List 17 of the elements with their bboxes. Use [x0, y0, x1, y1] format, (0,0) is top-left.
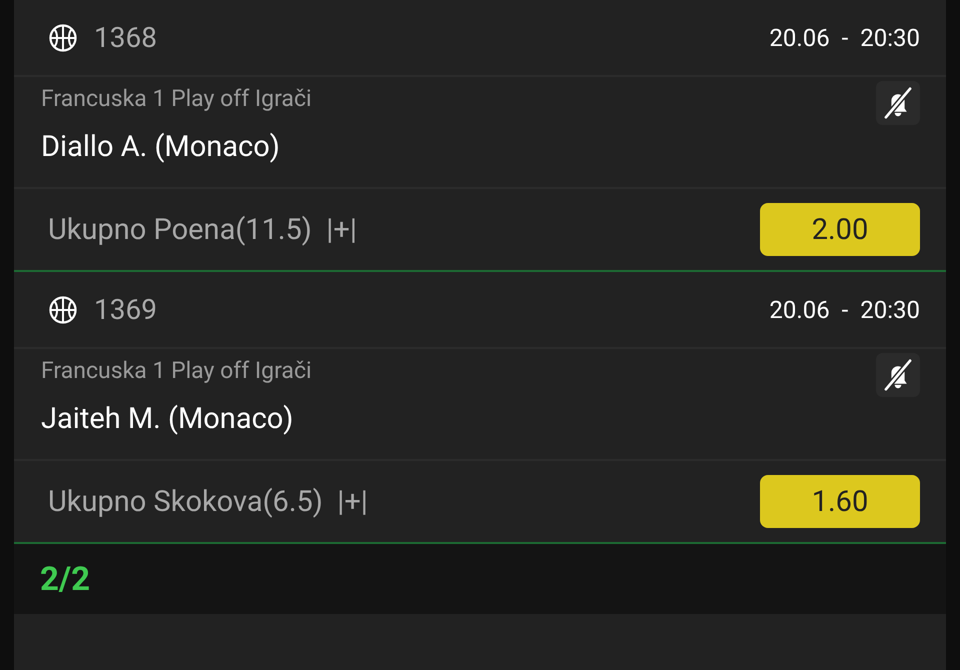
match-datetime: 20.06 - 20:30	[769, 296, 920, 324]
match-code: 1369	[94, 293, 157, 326]
bet-count: 2/2	[40, 560, 90, 598]
league-name: Francuska 1 Play off Igrači	[41, 357, 312, 384]
match-code: 1368	[94, 21, 157, 54]
bell-off-icon[interactable]	[876, 353, 920, 397]
odds-button[interactable]: 1.60	[760, 475, 920, 528]
bell-off-icon[interactable]	[876, 81, 920, 125]
league-name: Francuska 1 Play off Igrači	[41, 85, 312, 112]
basketball-icon	[48, 22, 78, 52]
market-label: Ukupno Skokova(6.5) |+|	[48, 484, 368, 518]
player-name: Jaiteh M. (Monaco)	[41, 402, 294, 436]
basketball-icon	[48, 294, 78, 324]
match-datetime: 20.06 - 20:30	[769, 24, 920, 52]
player-name: Diallo A. (Monaco)	[41, 130, 281, 164]
odds-button[interactable]: 2.00	[760, 203, 920, 256]
market-label: Ukupno Poena(11.5) |+|	[48, 212, 357, 246]
